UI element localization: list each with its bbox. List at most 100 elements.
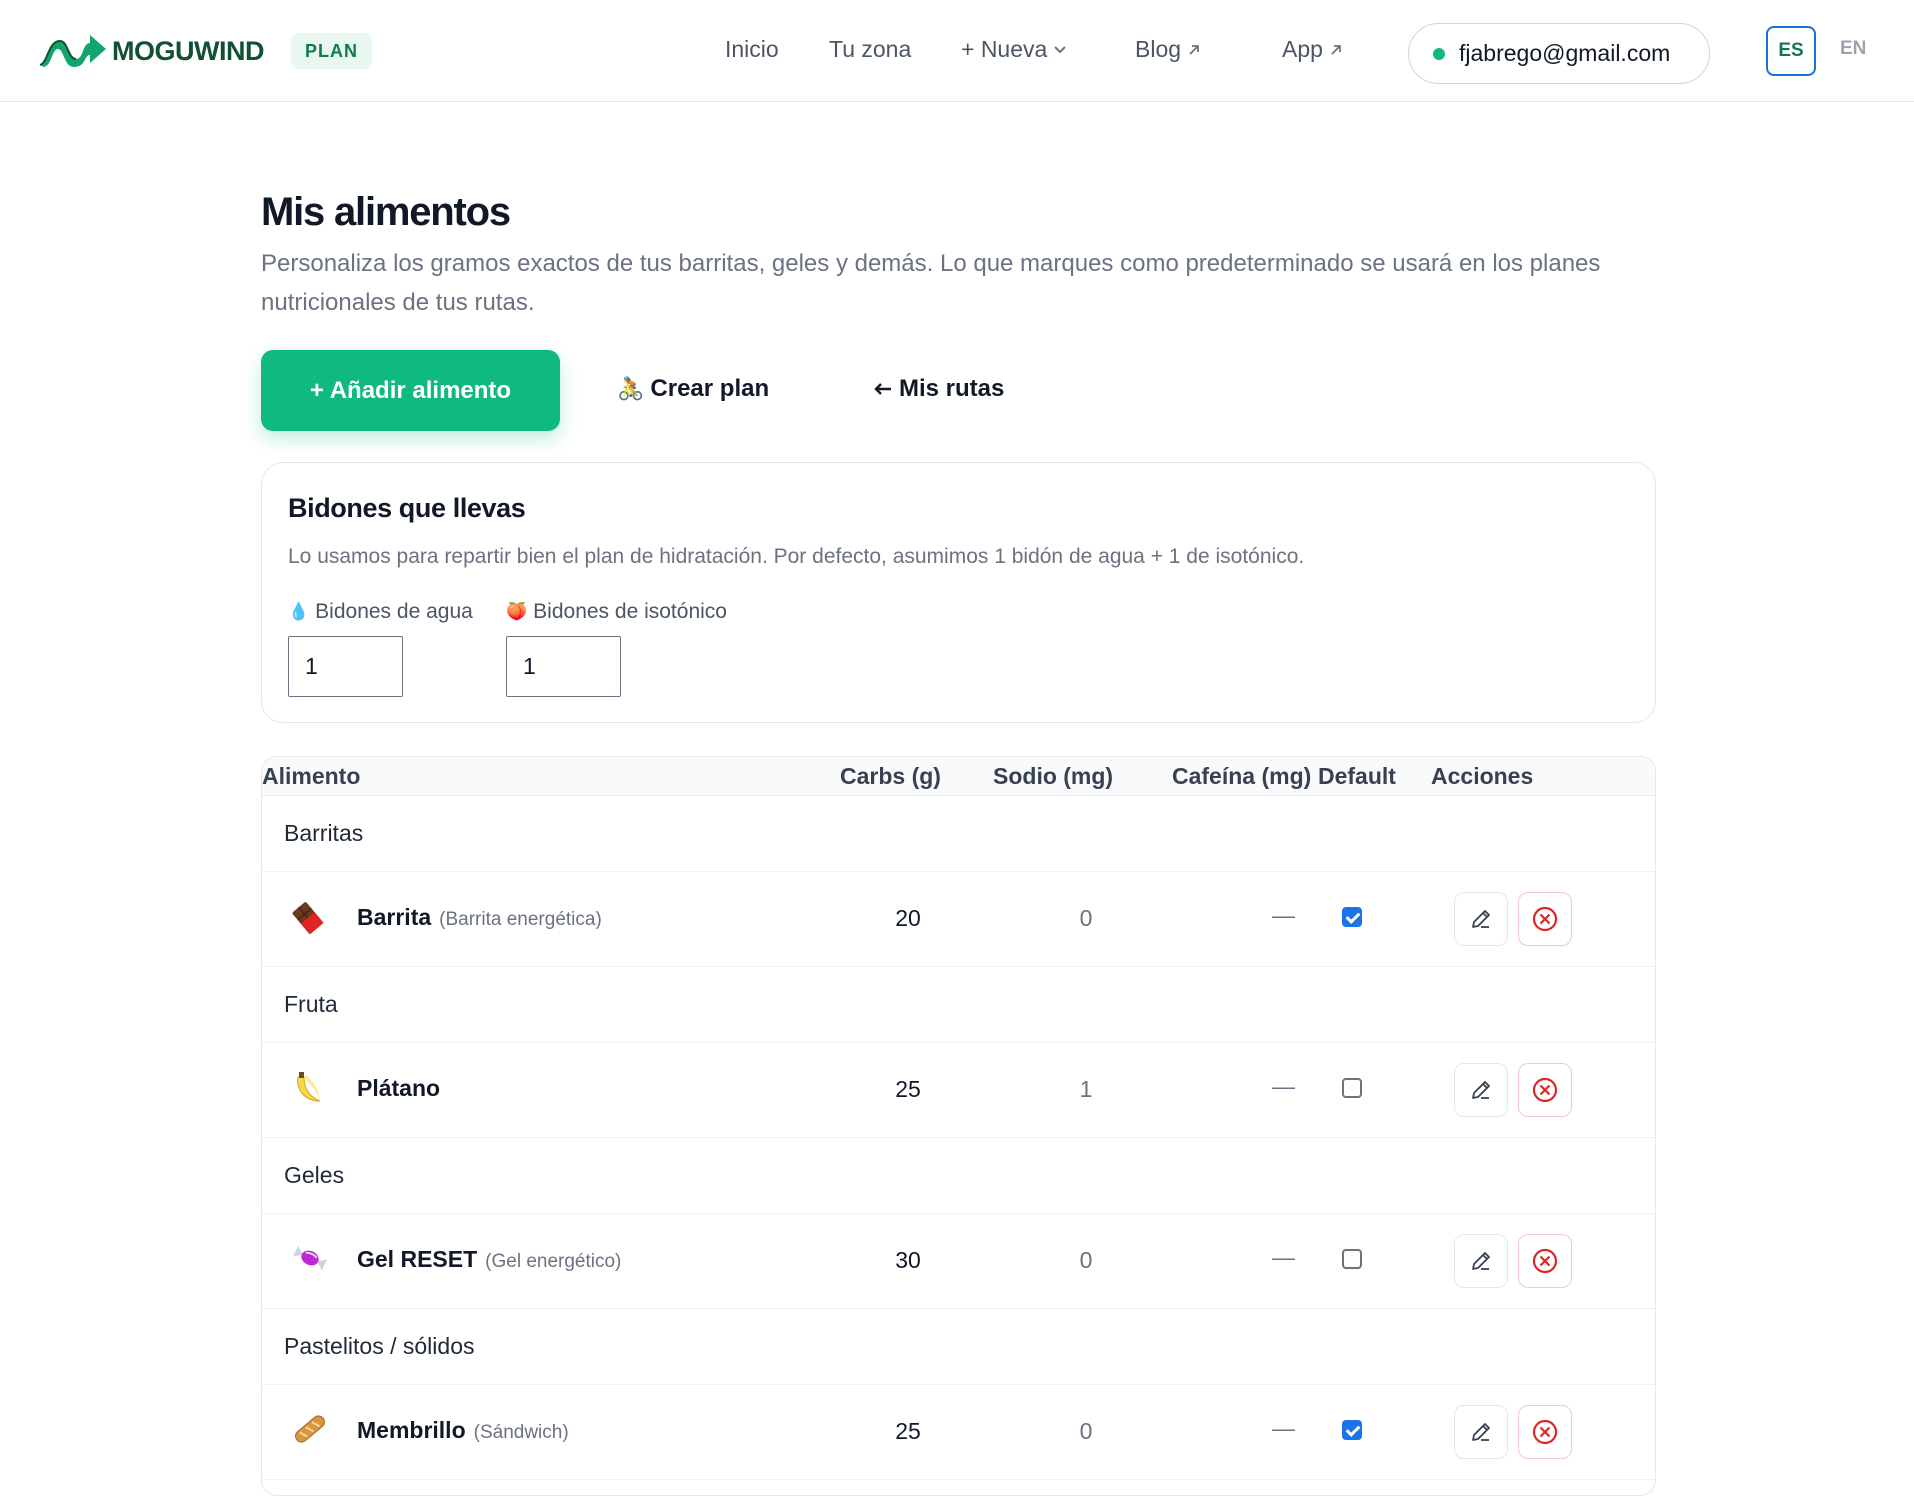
food-name-text: Barrita <box>357 904 432 930</box>
sodium-value: 0 <box>1079 1247 1093 1273</box>
arrow-left-icon <box>874 383 891 395</box>
water-drop-icon: 💧 <box>288 602 310 621</box>
sodium-value: 1 <box>1079 1076 1093 1102</box>
sodium-value: 0 <box>1079 905 1093 931</box>
water-bottles-input[interactable]: 1 <box>288 636 403 697</box>
water-bottles-field: 💧 Bidones de agua 1 <box>288 600 473 697</box>
isotonic-bottles-label: 🍑 Bidones de isotónico <box>506 600 727 624</box>
caffeine-value: — <box>1272 1073 1295 1099</box>
group-label: Geles <box>284 1162 345 1188</box>
page-title: Mis alimentos <box>261 190 511 234</box>
default-checkbox[interactable] <box>1342 1249 1362 1269</box>
close-circle-icon <box>1532 1248 1558 1274</box>
plan-badge: PLAN <box>291 33 372 69</box>
carbs-value: 25 <box>895 1418 921 1444</box>
peach-icon: 🍑 <box>506 602 528 621</box>
foods-table: Alimento Carbs (g) Sodio (mg) Cafeína (m… <box>261 756 1656 1496</box>
close-circle-icon <box>1532 906 1558 932</box>
default-checkbox[interactable] <box>1342 1420 1362 1440</box>
table-row: Barrita (Barrita energética) 20 0 — <box>262 872 1655 967</box>
nav-tu-zona-label: Tu zona <box>829 36 912 62</box>
nav-nueva-label: + Nueva <box>961 36 1048 62</box>
caffeine-value: — <box>1272 1415 1295 1441</box>
brand-logo[interactable]: MOGUWIND <box>38 33 264 69</box>
chocolate-bar-icon <box>292 902 324 935</box>
candy-icon <box>292 1245 328 1271</box>
delete-button[interactable] <box>1518 892 1572 946</box>
group-label: Pastelitos / sólidos <box>284 1333 475 1359</box>
group-row-pastelitos: Pastelitos / sólidos <box>262 1309 1655 1385</box>
delete-button[interactable] <box>1518 1234 1572 1288</box>
food-name-text: Membrillo <box>357 1417 466 1443</box>
column-header-default: Default <box>1318 763 1396 789</box>
nav-nueva-dropdown[interactable]: + Nueva <box>961 36 1067 63</box>
nav-blog[interactable]: Blog <box>1135 36 1201 63</box>
create-plan-label: Crear plan <box>650 375 770 402</box>
banana-icon <box>297 1072 321 1102</box>
group-label: Barritas <box>284 820 364 846</box>
pencil-icon <box>1472 910 1490 928</box>
cyclist-icon: 🚴 <box>617 376 645 401</box>
user-account-pill[interactable]: fjabrego@gmail.com <box>1408 23 1710 84</box>
edit-button[interactable] <box>1454 1063 1508 1117</box>
food-name: Barrita (Barrita energética) <box>357 904 602 931</box>
food-name: Membrillo (Sándwich) <box>357 1417 569 1444</box>
food-name-text: Gel RESET <box>357 1246 478 1272</box>
pencil-icon <box>1472 1252 1490 1270</box>
default-checkbox[interactable] <box>1342 1078 1362 1098</box>
isotonic-bottles-input[interactable]: 1 <box>506 636 621 697</box>
table-header: Alimento Carbs (g) Sodio (mg) Cafeína (m… <box>262 757 1655 796</box>
group-row-barritas: Barritas <box>262 796 1655 872</box>
delete-button[interactable] <box>1518 1063 1572 1117</box>
table-row: Plátano 25 1 — <box>262 1043 1655 1138</box>
user-email: fjabrego@gmail.com <box>1459 40 1671 66</box>
delete-button[interactable] <box>1518 1405 1572 1459</box>
bottles-description: Lo usamos para repartir bien el plan de … <box>288 545 1305 568</box>
food-type: (Barrita energética) <box>439 909 602 930</box>
nav-app-label: App <box>1282 36 1323 62</box>
bottles-card: Bidones que llevas Lo usamos para repart… <box>261 462 1656 723</box>
nav-blog-label: Blog <box>1135 36 1182 62</box>
nav-inicio-label: Inicio <box>725 36 779 62</box>
isotonic-bottles-field: 🍑 Bidones de isotónico 1 <box>506 600 727 697</box>
create-plan-button[interactable]: 🚴 Crear plan <box>617 375 769 403</box>
group-label: Fruta <box>284 991 338 1017</box>
bottles-title: Bidones que llevas <box>288 493 526 523</box>
online-status-dot-icon <box>1433 47 1445 60</box>
isotonic-bottles-label-text: Bidones de isotónico <box>533 600 727 623</box>
baguette-icon <box>295 1415 325 1443</box>
default-checkbox[interactable] <box>1342 907 1362 927</box>
pencil-icon <box>1472 1081 1490 1099</box>
nav-app[interactable]: App <box>1282 36 1343 63</box>
column-header-sodium: Sodio (mg) <box>993 763 1114 789</box>
chevron-down-icon <box>1054 45 1067 53</box>
column-header-actions: Acciones <box>1431 763 1534 789</box>
caffeine-value: — <box>1272 902 1295 928</box>
nav-inicio[interactable]: Inicio <box>725 36 779 63</box>
add-food-button[interactable]: + Añadir alimento <box>261 350 560 431</box>
food-type: (Sándwich) <box>473 1422 569 1443</box>
language-en-button[interactable]: EN <box>1840 38 1866 60</box>
carbs-value: 25 <box>895 1076 921 1102</box>
group-row-geles: Geles <box>262 1138 1655 1214</box>
top-navigation-bar: MOGUWIND PLAN Inicio Tu zona + Nueva Blo… <box>0 0 1914 102</box>
food-name: Plátano <box>357 1075 440 1102</box>
edit-button[interactable] <box>1454 1405 1508 1459</box>
column-header-caffeine: Cafeína (mg) <box>1172 763 1312 789</box>
edit-button[interactable] <box>1454 1234 1508 1288</box>
edit-button[interactable] <box>1454 892 1508 946</box>
column-header-carbs: Carbs (g) <box>840 763 941 789</box>
sodium-value: 0 <box>1079 1418 1093 1444</box>
nav-tu-zona[interactable]: Tu zona <box>829 36 911 63</box>
group-row-fruta: Fruta <box>262 967 1655 1043</box>
my-routes-button[interactable]: Mis rutas <box>873 375 1004 403</box>
my-routes-label: Mis rutas <box>899 375 1005 402</box>
close-circle-icon <box>1532 1419 1558 1445</box>
logo-arrow-icon <box>39 35 106 67</box>
external-link-icon <box>1331 44 1341 55</box>
food-name: Gel RESET (Gel energético) <box>357 1246 621 1273</box>
external-link-icon <box>1189 44 1199 55</box>
brand-name: MOGUWIND <box>112 35 264 66</box>
page-description: Personaliza los gramos exactos de tus ba… <box>261 250 1601 316</box>
language-es-button[interactable]: ES <box>1766 26 1816 76</box>
